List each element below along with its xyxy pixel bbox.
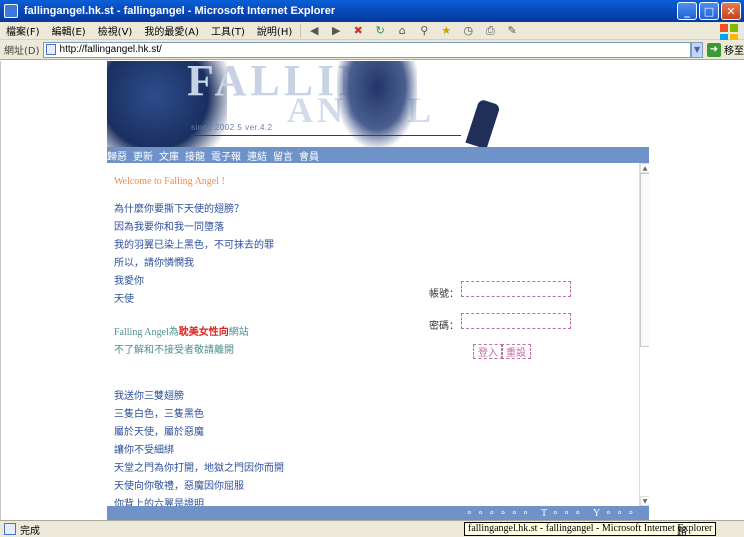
nav-item-newsletter[interactable]: 電子報 [211, 148, 241, 163]
nav-item-home[interactable]: 歸惡 [107, 148, 127, 163]
close-button[interactable]: ✕ [721, 2, 741, 20]
poem-line: 天使 [114, 294, 134, 305]
status-text: 完成 [20, 525, 40, 537]
notice-suffix: 網站 [228, 327, 249, 338]
poem-line: 三隻白色，三隻黑色 [114, 409, 204, 420]
footer-text: ∘∘∘∘∘∘ T∘∘∘ Y∘∘∘ [466, 507, 639, 519]
account-label: 帳號： [429, 289, 459, 300]
menu-edit[interactable]: 編輯(E) [46, 23, 92, 38]
status-zone-text: 路 [677, 527, 687, 537]
address-url: http://fallingangel.hk.st/ [59, 44, 162, 55]
password-input[interactable] [461, 313, 571, 329]
site-nav: 歸惡 更新 文庫 接龍 電子報 連結 留言 會員 [107, 147, 649, 163]
notice-brand: Falling Angel [114, 327, 169, 338]
poem-line: 我愛你 [114, 276, 144, 287]
window-title: fallingangel.hk.st - fallingangel - Micr… [24, 5, 336, 17]
menu-tools[interactable]: 工具(T) [205, 23, 251, 38]
banner-bottle-image [465, 98, 501, 147]
ie-icon [4, 4, 18, 18]
nav-item-links[interactable]: 連結 [247, 148, 267, 163]
site-footer: ∘∘∘∘∘∘ T∘∘∘ Y∘∘∘ [107, 506, 649, 520]
content-frame: Welcome to Falling Angel ! 為什麼你要撕下天使的翅膀？… [107, 163, 649, 506]
maximize-button[interactable]: □ [699, 2, 719, 20]
close-icon: ✕ [726, 4, 736, 18]
poem-line: 我送你三雙翅膀 [114, 391, 184, 402]
nav-item-library[interactable]: 文庫 [159, 148, 179, 163]
print-icon[interactable]: ⎙ [482, 24, 498, 38]
page-viewport: FALLING ANGEL since 2002.5 ver.4.2 歸惡 更新… [0, 61, 744, 520]
nav-item-guestbook[interactable]: 留言 [273, 148, 293, 163]
content-scrollbar[interactable]: ▲ ▼ [639, 163, 649, 506]
address-bar: 網址(D) http://fallingangel.hk.st/ ▼ ➜ 移至 [0, 40, 744, 60]
menu-bar: 檔案(F) 編輯(E) 檢視(V) 我的最愛(A) 工具(T) 說明(H) ◀ … [0, 22, 744, 42]
welcome-text: Welcome to Falling Angel ! [114, 176, 225, 187]
go-label: 移至 [724, 46, 744, 57]
notice-prefix: 為 [168, 327, 179, 338]
poem-line: 因為我要你和我一同墮落 [114, 222, 224, 233]
minimize-button[interactable]: _ [677, 2, 697, 20]
forward-icon[interactable]: ▶ [328, 24, 344, 38]
poem-line: 我的羽翼已染上黑色，不可抹去的罪 [114, 240, 274, 251]
title-bar: fallingangel.hk.st - fallingangel - Micr… [0, 0, 744, 22]
address-label: 網址(D) [4, 46, 40, 57]
address-input[interactable]: http://fallingangel.hk.st/ [42, 41, 692, 58]
nav-item-members[interactable]: 會員 [299, 148, 319, 163]
menu-view[interactable]: 檢視(V) [92, 23, 139, 38]
site-banner: FALLING ANGEL since 2002.5 ver.4.2 [107, 61, 649, 147]
go-button[interactable]: ➜ 移至 [707, 42, 744, 57]
go-arrow-icon: ➜ [707, 42, 721, 57]
menu-help[interactable]: 說明(H) [251, 23, 298, 38]
history-icon[interactable]: ◷ [460, 24, 476, 38]
scroll-thumb[interactable] [640, 173, 649, 347]
scroll-down-icon[interactable]: ▼ [640, 496, 649, 506]
edit-icon[interactable]: ✎ [504, 24, 520, 38]
page-icon [45, 44, 56, 55]
site-notice: Falling Angel為耽美女性向網站 [114, 323, 249, 338]
reset-button[interactable]: 重設 [501, 344, 531, 359]
banner-version: since 2002.5 ver.4.2 [191, 123, 273, 132]
maximize-icon: □ [703, 4, 715, 18]
back-icon[interactable]: ◀ [306, 24, 322, 38]
address-dropdown-button[interactable]: ▼ [691, 41, 703, 58]
scroll-up-icon[interactable]: ▲ [640, 163, 649, 173]
login-button[interactable]: 登入 [473, 344, 503, 359]
done-page-icon [4, 523, 16, 535]
poem-line: 天堂之門為你打開，地獄之門因你而開 [114, 463, 284, 474]
favorites-icon[interactable]: ★ [438, 24, 454, 38]
poem-line: 你背上的六翼是證明 [114, 499, 204, 506]
menu-separator [300, 23, 302, 38]
stop-icon[interactable]: ✖ [350, 24, 366, 38]
nav-item-relay[interactable]: 接龍 [185, 148, 205, 163]
chevron-down-icon: ▼ [694, 45, 701, 54]
menu-file[interactable]: 檔案(F) [0, 23, 46, 38]
search-icon[interactable]: ⚲ [416, 24, 432, 38]
poem-line: 所以，請你憐憫我 [114, 258, 194, 269]
home-icon[interactable]: ⌂ [394, 24, 410, 38]
account-input[interactable] [461, 281, 571, 297]
notice-highlight: 耽美女性向 [178, 327, 229, 338]
site-warning: 不了解和不接受者敬請離開 [114, 345, 234, 356]
poem-line: 天使向你敬禮，惡魔因你屈服 [114, 481, 244, 492]
refresh-icon[interactable]: ↻ [372, 24, 388, 38]
password-label: 密碼： [429, 321, 459, 332]
menu-favorites[interactable]: 我的最愛(A) [138, 23, 205, 38]
minimize-icon: _ [684, 4, 690, 18]
nav-item-update[interactable]: 更新 [133, 148, 153, 163]
poem-line: 讓你不受細綁 [114, 445, 174, 456]
poem-line: 為什麼你要撕下天使的翅膀？ [114, 204, 244, 215]
banner-divider [191, 135, 461, 136]
poem-1: 為什麼你要撕下天使的翅膀？ 因為我要你和我一同墮落 我的羽翼已染上黑色，不可抹去… [114, 201, 274, 309]
poem-line: 屬於天使，屬於惡魔 [114, 427, 204, 438]
poem-2: 我送你三雙翅膀 三隻白色，三隻黑色 屬於天使，屬於惡魔 讓你不受細綁 天堂之門為… [114, 388, 284, 506]
